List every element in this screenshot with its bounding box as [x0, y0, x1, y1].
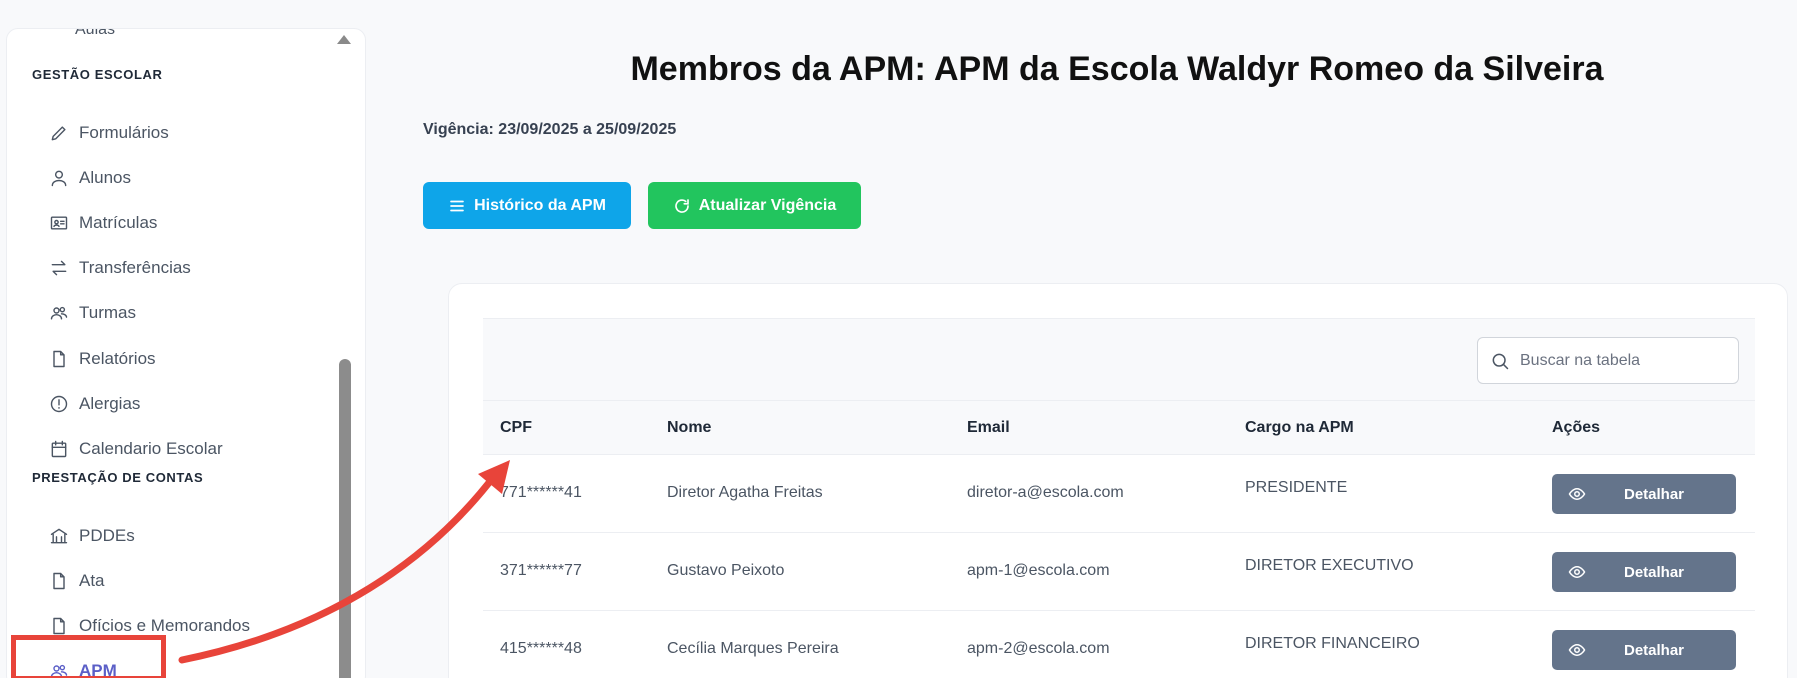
file-icon — [53, 350, 65, 368]
sidebar-item-alunos[interactable]: Alunos — [49, 163, 131, 193]
sidebar-item-matriculas[interactable]: Matrículas — [49, 208, 157, 238]
sidebar-item-label: Ofícios e Memorandos — [79, 616, 251, 635]
sidebar-item-label: Transferências — [79, 258, 191, 277]
id-card-icon — [50, 216, 68, 230]
table-header: CPF Nome Email Cargo na APM Ações — [483, 400, 1755, 455]
sidebar-item-calendario[interactable]: Calendario Escolar — [49, 434, 223, 464]
sidebar-scrollbar[interactable] — [337, 29, 359, 678]
bank-icon — [50, 528, 68, 544]
refresh-icon — [674, 198, 689, 213]
sidebar-item-relatorios[interactable]: Relatórios — [49, 344, 156, 374]
file-icon — [53, 572, 65, 590]
column-header-acoes: Ações — [1552, 419, 1601, 436]
atualizar-vigencia-label: Atualizar Vigência — [698, 196, 837, 214]
detalhar-label: Detalhar — [1623, 485, 1685, 503]
sidebar-item-pddes[interactable]: PDDEs — [49, 521, 135, 551]
section-prestacao-de-contas: PRESTAÇÃO DE CONTAS — [32, 470, 204, 485]
annotation-highlight-box — [11, 635, 166, 678]
column-header-cpf[interactable]: CPF — [500, 419, 532, 437]
cell-nome: Diretor Agatha Freitas — [667, 484, 823, 501]
sidebar-item-label: PDDEs — [79, 526, 135, 545]
cell-cpf: 415******48 — [500, 640, 582, 657]
cell-email: apm-1@escola.com — [967, 562, 1110, 579]
file-icon — [53, 617, 65, 635]
cell-cpf: 371******77 — [500, 562, 582, 579]
table-toolbar — [483, 318, 1755, 400]
sidebar-item-label: Alunos — [79, 168, 131, 187]
search-icon — [1492, 353, 1509, 369]
atualizar-vigencia-button[interactable]: Atualizar Vigência — [648, 182, 861, 229]
scrollbar-thumb[interactable] — [339, 359, 351, 678]
table-row: 415******48 Cecília Marques Pereira apm-… — [483, 611, 1755, 678]
table-row: 371******77 Gustavo Peixoto apm-1@escola… — [483, 533, 1755, 611]
column-header-cargo[interactable]: Cargo na APM — [1245, 419, 1354, 437]
alert-circle-icon — [50, 395, 68, 413]
detalhar-label: Detalhar — [1623, 641, 1685, 659]
cell-nome: Gustavo Peixoto — [667, 562, 785, 579]
cell-email: apm-2@escola.com — [967, 640, 1110, 657]
sidebar-item-transferencias[interactable]: Transferências — [49, 253, 191, 283]
detalhar-button[interactable]: Detalhar — [1552, 552, 1736, 592]
column-header-email[interactable]: Email — [967, 419, 1010, 437]
members-table: CPF Nome Email Cargo na APM Ações 771***… — [483, 318, 1755, 678]
historico-apm-label: Histórico da APM — [474, 196, 606, 214]
sidebar-item-label: Turmas — [79, 303, 136, 322]
cell-cpf: 771******41 — [500, 484, 582, 501]
sidebar-item-alergias[interactable]: Alergias — [49, 389, 140, 419]
sidebar-item-label: Alergias — [79, 394, 141, 413]
detalhar-label: Detalhar — [1623, 563, 1685, 581]
user-icon — [51, 170, 67, 187]
sidebar-item-label: Matrículas — [79, 213, 158, 232]
page-title: Membros da APM: APM da Escola Waldyr Rom… — [630, 50, 1604, 88]
search-input[interactable] — [1520, 351, 1720, 370]
calendar-icon — [51, 440, 67, 458]
sidebar-item-label: Calendario Escolar — [79, 439, 223, 458]
sidebar-item-label: Formulários — [79, 123, 169, 142]
scroll-up-arrow-icon[interactable] — [337, 35, 351, 44]
vigencia-text: Vigência: 23/09/2025 a 25/09/2025 — [423, 121, 677, 138]
search-box[interactable] — [1477, 337, 1739, 384]
menu-icon — [450, 200, 464, 211]
pencil-icon — [51, 126, 66, 141]
users-icon — [50, 306, 68, 320]
sidebar-item-label: Relatórios — [79, 349, 156, 368]
cell-cargo: PRESIDENTE — [1245, 479, 1348, 496]
detalhar-button[interactable]: Detalhar — [1552, 474, 1736, 514]
cell-cargo: DIRETOR FINANCEIRO — [1245, 635, 1420, 652]
sidebar-item-aulas[interactable]: Aulas — [75, 29, 115, 39]
detalhar-button[interactable]: Detalhar — [1552, 630, 1736, 670]
sidebar-item-turmas[interactable]: Turmas — [49, 298, 136, 328]
section-gestao-escolar: GESTÃO ESCOLAR — [32, 67, 163, 82]
members-card: CPF Nome Email Cargo na APM Ações 771***… — [448, 283, 1788, 678]
sidebar-item-label: Ata — [79, 571, 105, 590]
historico-apm-button[interactable]: Histórico da APM — [423, 182, 631, 229]
table-row: 771******41 Diretor Agatha Freitas diret… — [483, 455, 1755, 533]
sidebar: Aulas GESTÃO ESCOLAR Formulários Alunos … — [6, 28, 366, 678]
column-header-nome[interactable]: Nome — [667, 419, 711, 437]
cell-cargo: DIRETOR EXECUTIVO — [1245, 557, 1414, 574]
transfer-arrows-icon — [51, 260, 67, 276]
sidebar-item-ata[interactable]: Ata — [49, 566, 105, 596]
cell-email: diretor-a@escola.com — [967, 484, 1124, 501]
cell-nome: Cecília Marques Pereira — [667, 640, 839, 657]
sidebar-item-formularios[interactable]: Formulários — [49, 118, 169, 148]
